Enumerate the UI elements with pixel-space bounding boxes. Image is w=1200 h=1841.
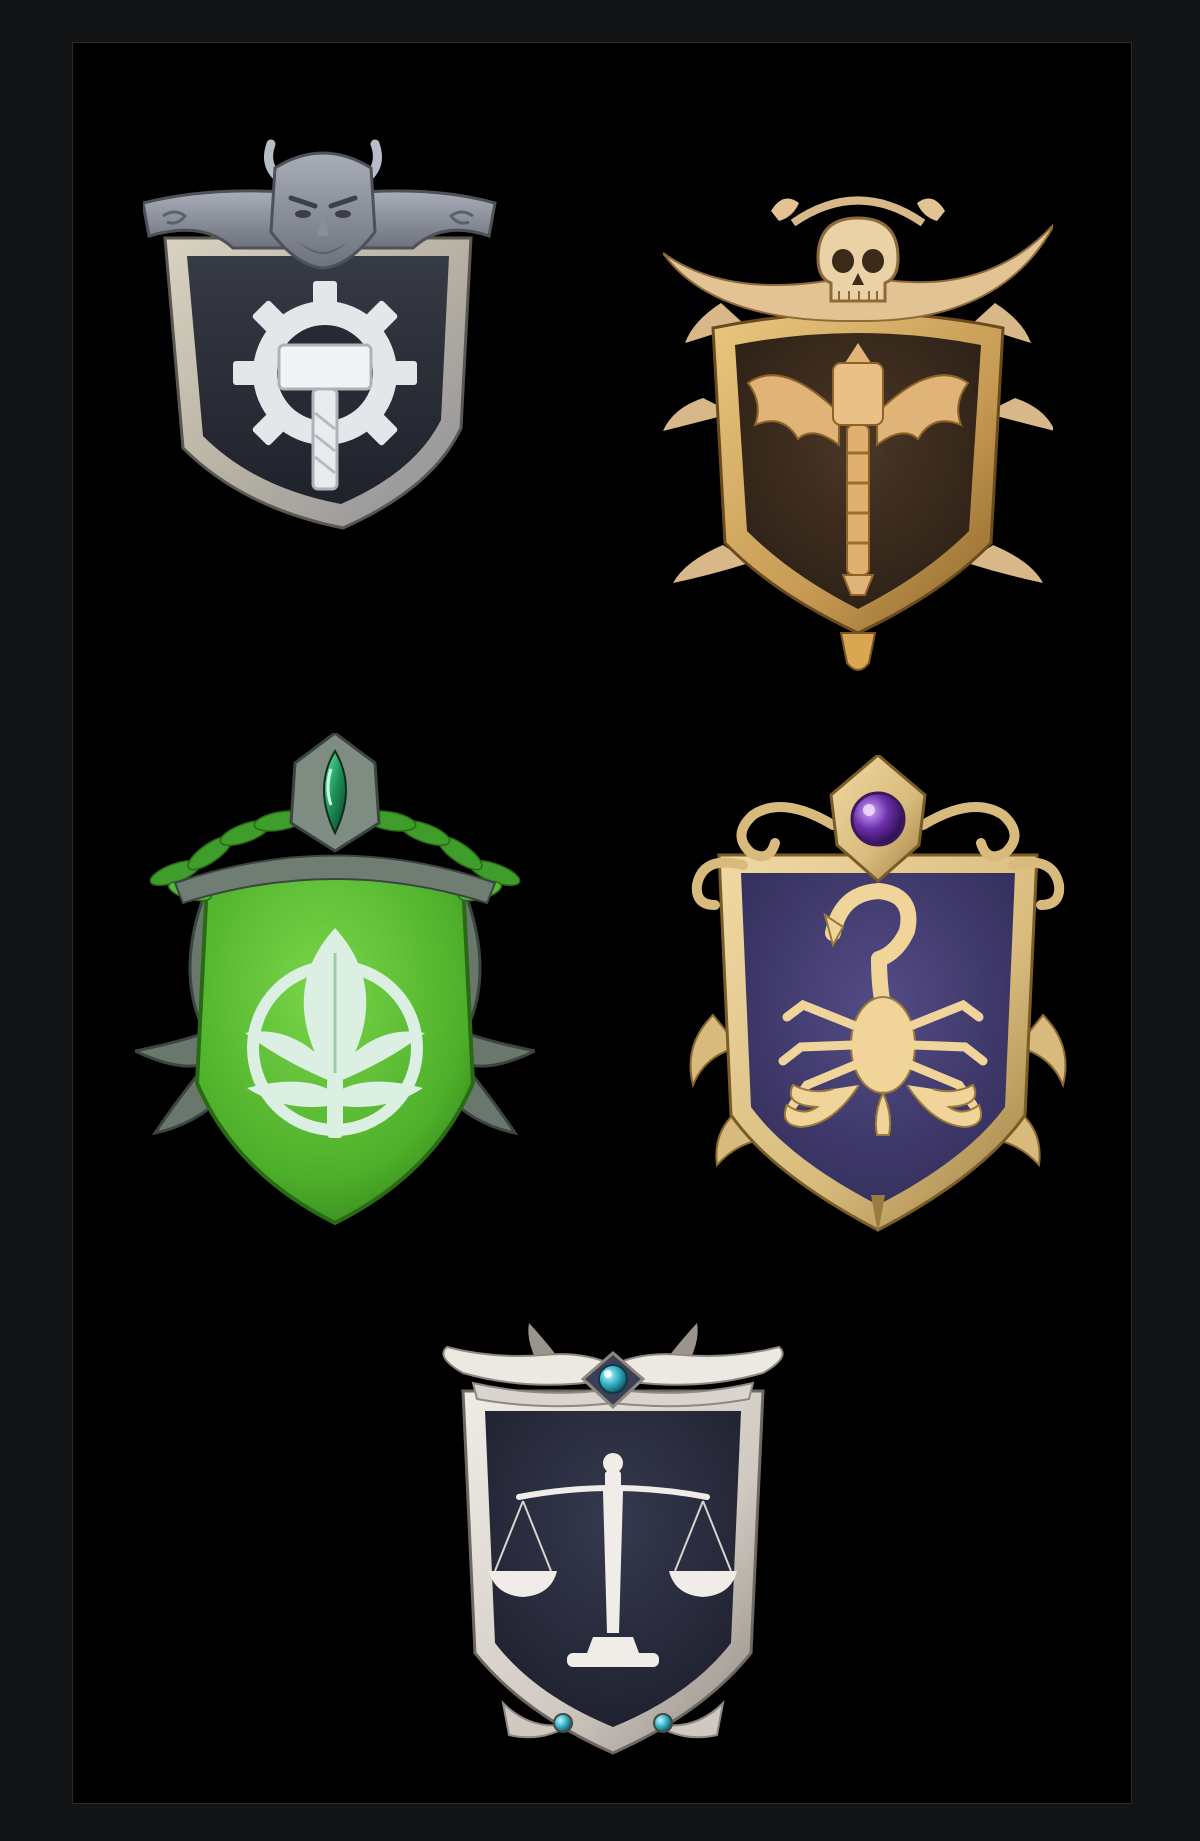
scorpion-crest bbox=[689, 755, 1067, 1233]
emerald-gem-icon bbox=[289, 733, 381, 853]
skull-icon bbox=[816, 216, 900, 303]
justice-scales-crest bbox=[442, 1323, 784, 1755]
nature-leaf-crest bbox=[135, 733, 535, 1226]
crest-sheet bbox=[72, 42, 1132, 1804]
iron-gear-hammer-crest bbox=[143, 139, 497, 530]
bone-winged-hammer-crest bbox=[663, 196, 1053, 671]
horned-stone-face-icon bbox=[264, 139, 382, 270]
